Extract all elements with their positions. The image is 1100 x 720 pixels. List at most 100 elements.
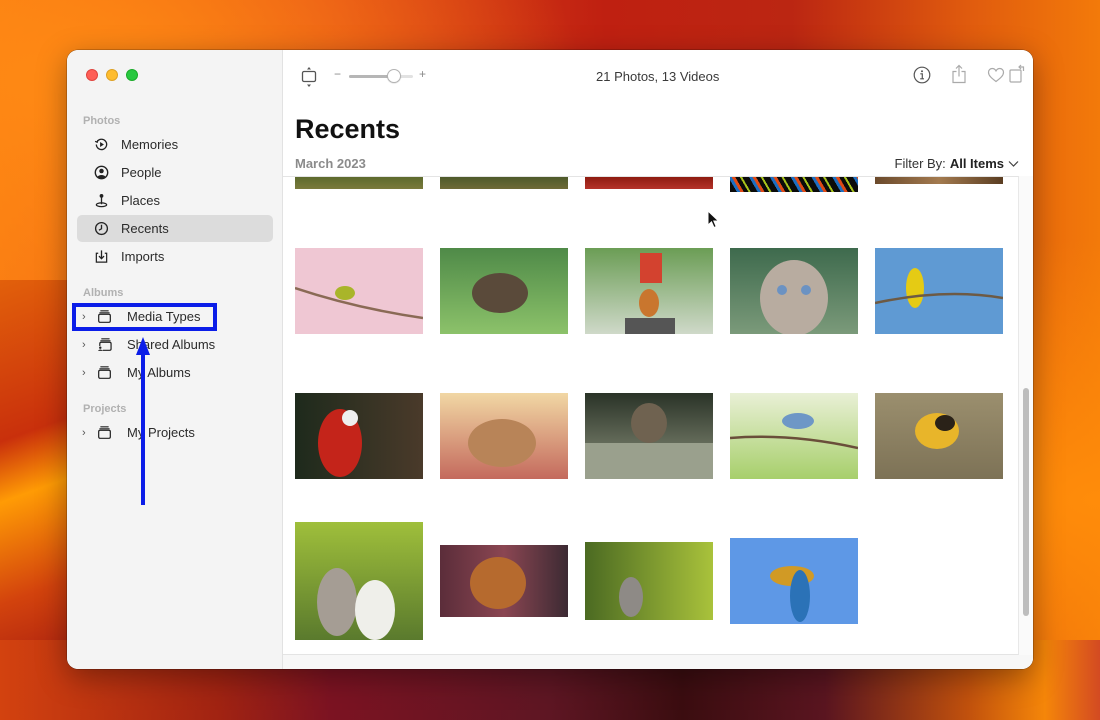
- photo-thumbnail[interactable]: [585, 248, 713, 334]
- photo-thumbnail[interactable]: [440, 177, 568, 189]
- photo-shape: [782, 413, 814, 429]
- aspect-ratio-toggle-icon[interactable]: [301, 66, 317, 88]
- photo-thumbnail[interactable]: [585, 542, 713, 620]
- zoom-out-button[interactable]: −: [334, 67, 341, 81]
- chevron-down-icon: [1008, 156, 1019, 171]
- share-icon[interactable]: [951, 64, 967, 84]
- rotate-icon[interactable]: [1008, 64, 1028, 84]
- photo-thumbnail[interactable]: [875, 177, 1003, 184]
- chevron-right-icon[interactable]: ›: [82, 367, 92, 379]
- favorite-heart-icon[interactable]: [987, 67, 1005, 83]
- scrollbar-thumb[interactable]: [1023, 388, 1029, 616]
- toolbar: − + 21 Photos, 13 Videos: [283, 50, 1033, 102]
- zoom-in-button[interactable]: +: [419, 67, 426, 81]
- photo-shape: [295, 286, 423, 320]
- close-window-button[interactable]: [86, 69, 98, 81]
- slider-knob[interactable]: [386, 69, 401, 83]
- photo-thumbnail[interactable]: [730, 538, 858, 624]
- sidebar-item-my-albums[interactable]: › My Albums: [77, 359, 273, 386]
- window-controls: [86, 69, 138, 81]
- filter-value: All Items: [949, 156, 1004, 171]
- album-stack-icon: [96, 365, 112, 381]
- page-title: Recents: [295, 114, 401, 144]
- sidebar-item-media-types[interactable]: › Media Types: [77, 303, 273, 330]
- album-stack-icon: [96, 309, 112, 325]
- photo-thumbnail[interactable]: [875, 393, 1003, 479]
- photo-shape: [472, 273, 528, 313]
- sidebar-item-places[interactable]: Places: [77, 187, 273, 214]
- photo-shape: [355, 580, 395, 640]
- photo-image: [730, 413, 858, 450]
- filter-label: Filter By:: [894, 156, 946, 171]
- photo-image: [585, 403, 713, 479]
- photo-thumbnail[interactable]: [730, 393, 858, 479]
- info-icon[interactable]: [913, 66, 931, 84]
- photo-shape: [468, 419, 536, 467]
- photo-thumbnail[interactable]: [295, 248, 423, 334]
- sidebar-item-imports[interactable]: Imports: [77, 243, 273, 270]
- chevron-right-icon[interactable]: ›: [82, 311, 92, 323]
- photo-image: [619, 577, 643, 617]
- recents-icon: [93, 221, 109, 237]
- photo-shape: [585, 443, 713, 479]
- sidebar-item-label: Memories: [121, 137, 179, 152]
- thumbnail-size-slider[interactable]: [349, 75, 413, 78]
- people-icon: [93, 165, 109, 181]
- photo-image: [760, 260, 828, 334]
- sidebar: Photos Memories People Places Recents Im…: [67, 50, 283, 669]
- photo-shape: [777, 285, 787, 295]
- photo-shape: [625, 318, 675, 334]
- photo-thumbnail[interactable]: [730, 177, 858, 192]
- album-stack-icon: [96, 425, 112, 441]
- section-label-projects: Projects: [83, 403, 127, 415]
- photo-shape: [335, 286, 355, 300]
- chevron-right-icon[interactable]: ›: [82, 339, 92, 351]
- photo-shape: [906, 268, 924, 308]
- photo-thumbnail[interactable]: [295, 393, 423, 479]
- photo-thumbnail[interactable]: [875, 248, 1003, 334]
- photo-shape: [801, 285, 811, 295]
- photo-image: [915, 413, 959, 449]
- photo-shape: [639, 289, 659, 317]
- photo-thumbnail[interactable]: [440, 545, 568, 617]
- filter-dropdown[interactable]: Filter By: All Items: [895, 156, 1019, 171]
- chevron-right-icon[interactable]: ›: [82, 427, 92, 439]
- sidebar-item-people[interactable]: People: [77, 159, 273, 186]
- photo-image: [470, 557, 526, 609]
- annotation-arrow-shaft: [141, 350, 145, 505]
- photo-thumbnail[interactable]: [585, 393, 713, 479]
- photo-thumbnail[interactable]: [585, 177, 713, 189]
- sidebar-item-label: My Projects: [127, 425, 195, 440]
- sidebar-item-label: My Albums: [127, 365, 191, 380]
- photo-thumbnail[interactable]: [440, 248, 568, 334]
- photo-grid: [283, 176, 1019, 655]
- sidebar-item-shared-albums[interactable]: › Shared Albums: [77, 331, 273, 358]
- photo-image: [770, 566, 814, 622]
- photo-thumbnail[interactable]: [295, 522, 423, 640]
- photo-shape: [470, 557, 526, 609]
- photo-shape: [730, 435, 858, 450]
- photo-shape: [760, 260, 828, 334]
- section-label-photos: Photos: [83, 115, 121, 127]
- photo-thumbnail[interactable]: [730, 248, 858, 334]
- photo-thumbnail[interactable]: [295, 177, 423, 189]
- photo-shape: [790, 570, 810, 622]
- vertical-scrollbar[interactable]: [1019, 176, 1033, 655]
- zoom-window-button[interactable]: [126, 69, 138, 81]
- sidebar-item-label: Recents: [121, 221, 169, 236]
- sidebar-item-my-projects[interactable]: › My Projects: [77, 419, 273, 446]
- photo-shape: [619, 577, 643, 617]
- sidebar-item-recents[interactable]: Recents: [77, 215, 273, 242]
- sidebar-item-memories[interactable]: Memories: [77, 131, 273, 158]
- photo-image: [468, 419, 536, 467]
- photo-thumbnail[interactable]: [440, 393, 568, 479]
- photo-shape: [875, 292, 1003, 305]
- imports-icon: [93, 249, 109, 265]
- photo-image: [875, 268, 1003, 308]
- photo-shape: [342, 410, 358, 426]
- photo-image: [318, 409, 362, 477]
- photo-image: [472, 273, 528, 313]
- photo-shape: [935, 415, 955, 431]
- places-icon: [93, 193, 109, 209]
- minimize-window-button[interactable]: [106, 69, 118, 81]
